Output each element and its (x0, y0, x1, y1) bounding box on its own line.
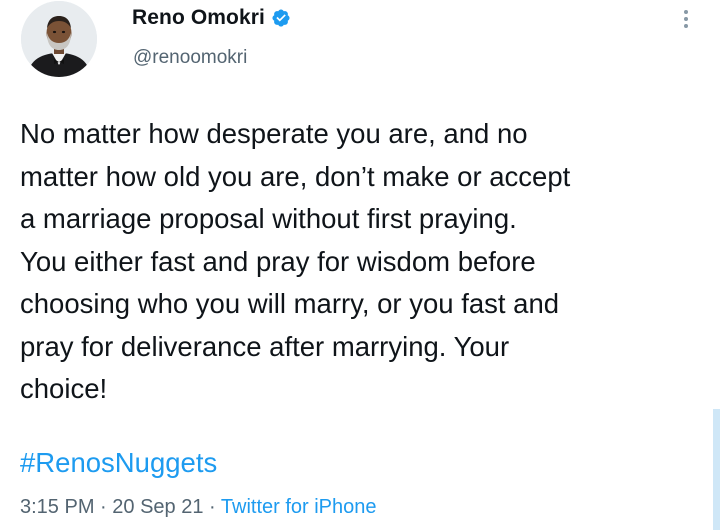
hashtag-link[interactable]: #RenosNuggets (20, 445, 217, 481)
meta-separator: · (203, 496, 221, 518)
tweet-text-line: You either fast and pray for wisdom befo… (20, 245, 536, 277)
tweet-source-link[interactable]: Twitter for iPhone (221, 496, 377, 518)
tweet-metadata: 3:15 PM · 20 Sep 21 · Twitter for iPhone (20, 494, 377, 520)
more-vertical-icon[interactable] (676, 5, 696, 33)
author-name-row[interactable]: Reno Omokri (132, 5, 291, 31)
tweet-text-line: a marriage proposal without first prayin… (20, 203, 517, 234)
meta-separator: · (94, 496, 113, 518)
verified-badge-icon (271, 8, 291, 28)
tweet-text-line: choice! (20, 373, 108, 404)
tweet-time[interactable]: 3:15 PM (20, 496, 94, 518)
tweet-text-line: choosing who you will marry, or you fast… (20, 288, 560, 319)
tweet-text: No matter how desperate you are, and no … (20, 113, 700, 411)
tweet-date[interactable]: 20 Sep 21 (112, 496, 203, 518)
author-handle[interactable]: @renoomokri (133, 47, 247, 69)
display-name[interactable]: Reno Omokri (132, 6, 265, 30)
avatar[interactable] (21, 1, 97, 77)
tweet-text-line: matter how old you are, don’t make or ac… (20, 160, 571, 192)
tweet-text-line: No matter how desperate you are, and no (20, 118, 528, 149)
profile-photo-icon (21, 1, 97, 77)
tweet-text-line: pray for deliverance after marrying. You… (20, 330, 510, 362)
scrollbar-track[interactable] (713, 409, 720, 530)
